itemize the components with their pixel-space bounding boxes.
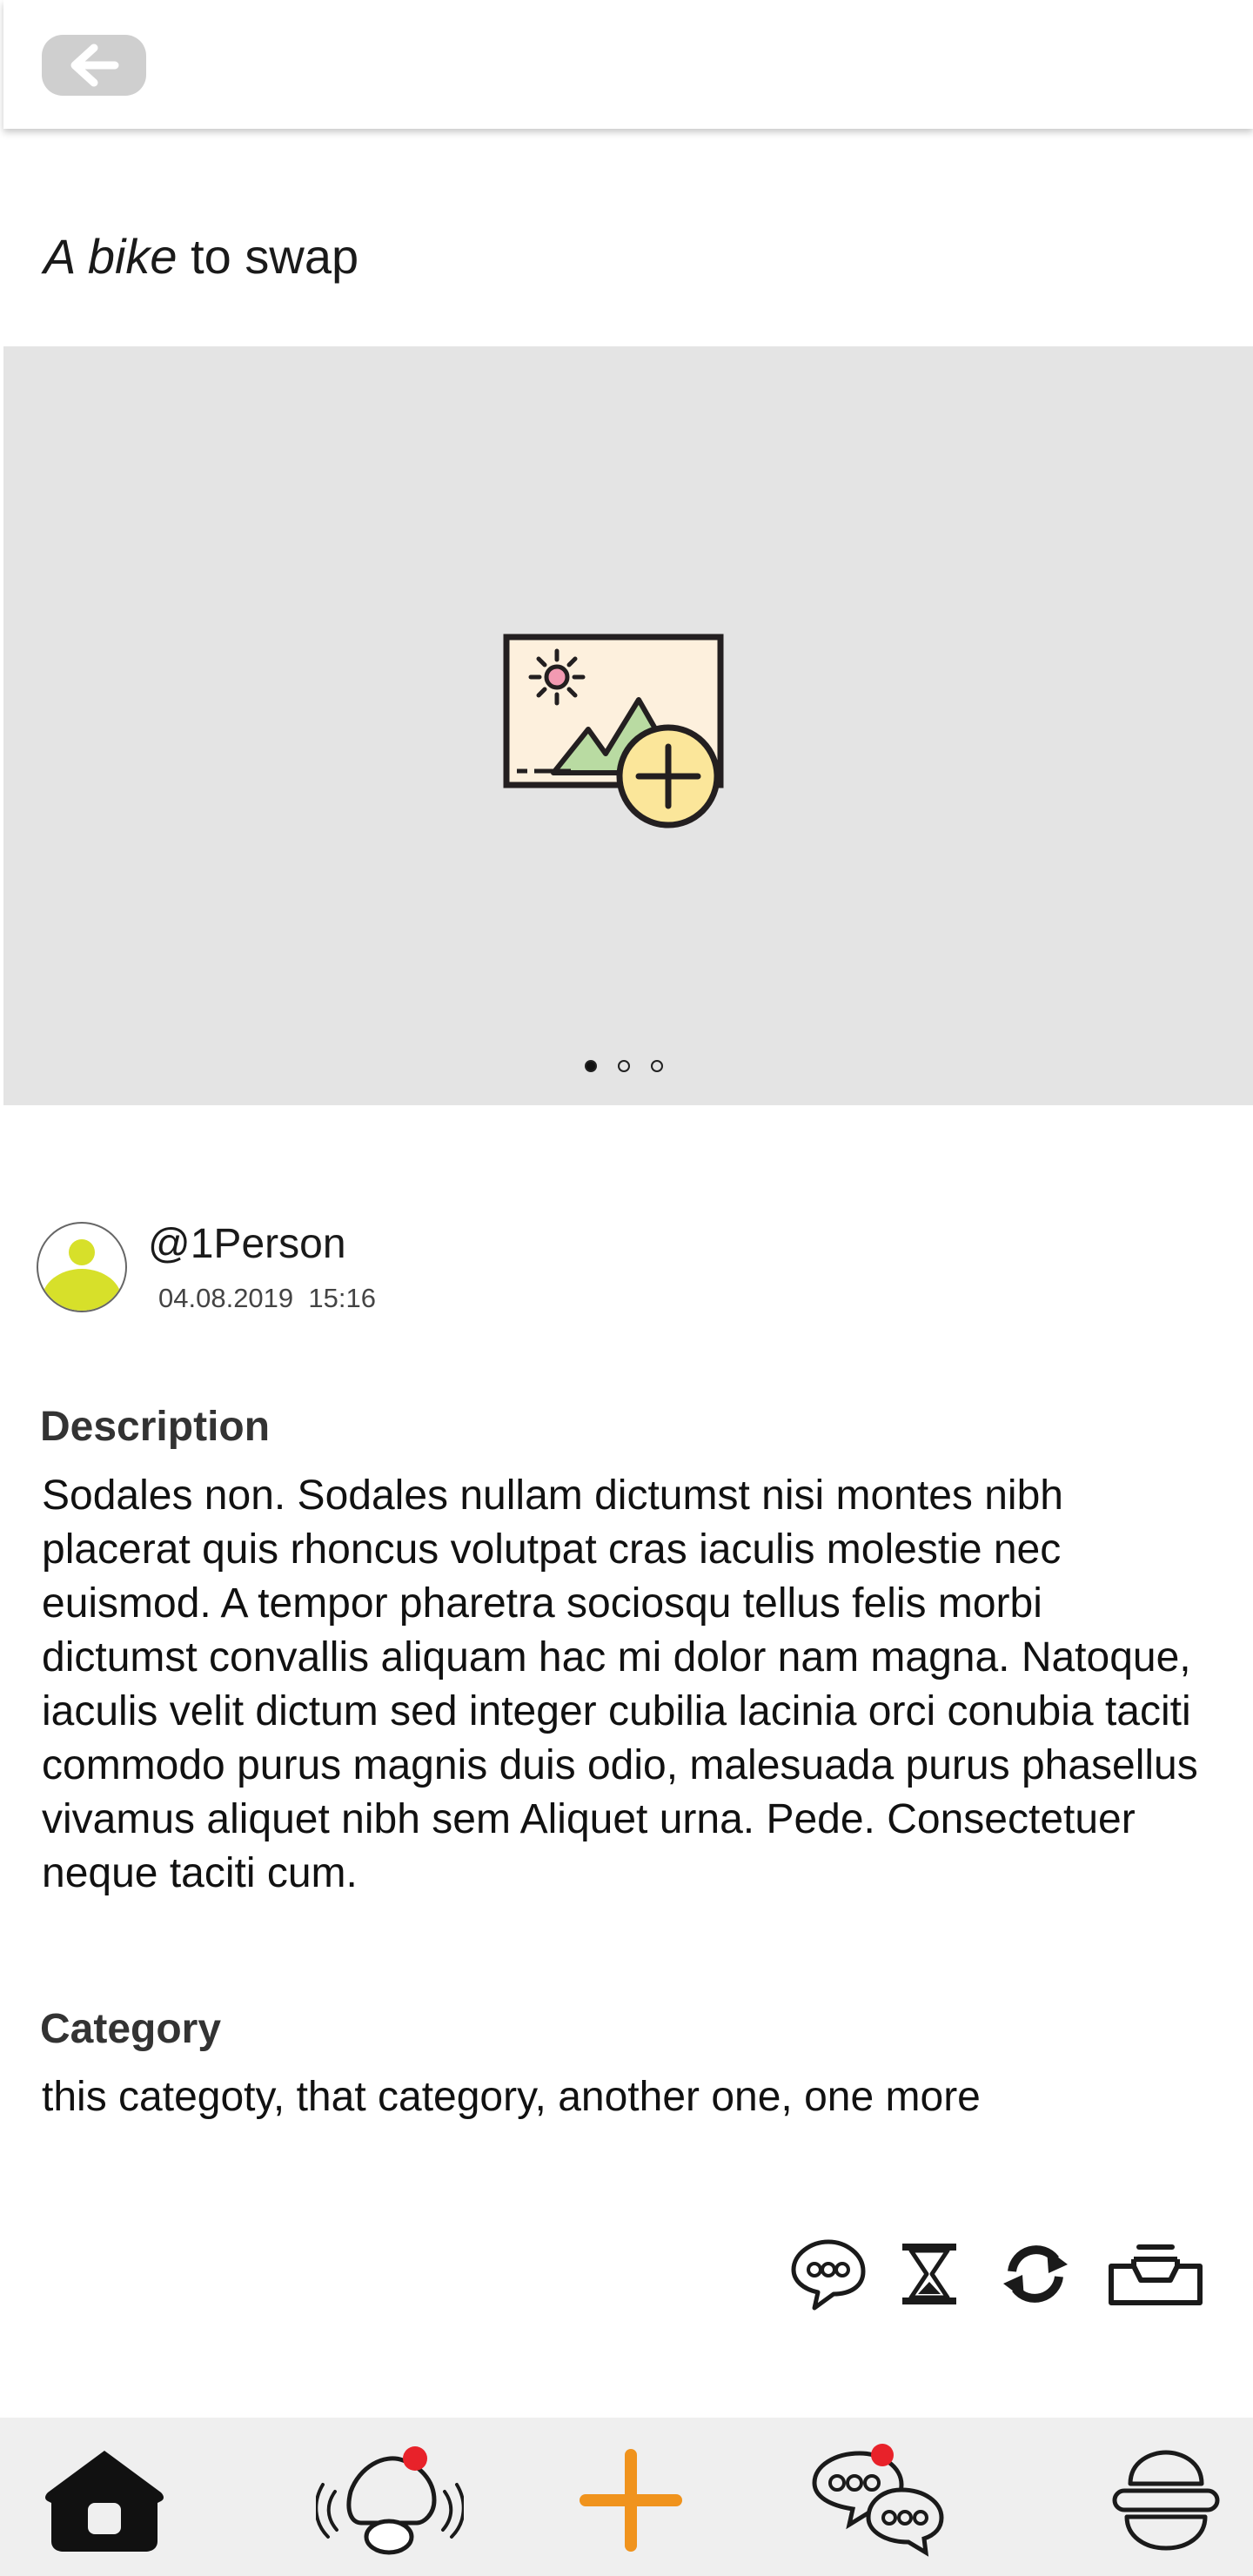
bottom-navigation [0,2418,1253,2576]
add-image-button[interactable] [501,632,736,834]
nearby-person-icon [316,2446,464,2555]
listing-title-rest: to swap [177,229,359,284]
gallery-pagination [585,1060,663,1072]
listing-actions [0,2235,1253,2313]
description-text: Sodales non. Sodales nullam dictumst nis… [42,1472,1198,1896]
chat-bubble-icon [791,2239,866,2311]
chat-button[interactable] [787,2235,870,2313]
image-gallery[interactable] [3,346,1253,1105]
add-plus-icon [580,2449,682,2552]
inbox-tray-icon [1109,2244,1203,2305]
description-heading: Description [40,1404,271,1450]
gallery-dot-2[interactable] [618,1060,630,1072]
listing-title-italic: A bike [44,229,178,284]
messages-badge [871,2444,894,2466]
author-avatar[interactable] [37,1222,127,1312]
top-app-bar [3,0,1253,129]
swap-refresh-button[interactable] [995,2235,1075,2313]
post-time: 15:16 [308,1283,376,1313]
nav-menu[interactable] [1105,2435,1227,2566]
messages-icon [812,2444,944,2557]
hourglass-icon [902,2244,956,2304]
listing-title: A bike to swap [44,228,358,285]
category-heading: Category [40,2006,222,2052]
user-avatar-icon [42,1239,122,1311]
refresh-icon [1003,2245,1068,2303]
category-text: this categoty, that category, another on… [42,2074,981,2120]
nav-add[interactable] [574,2435,687,2566]
post-datetime: 04.08.2019 15:16 [158,1283,376,1314]
back-button[interactable] [42,35,146,96]
arrow-left-icon [70,44,119,87]
post-date: 04.08.2019 [158,1283,294,1313]
add-image-icon [503,634,724,828]
hourglass-button[interactable] [896,2235,962,2313]
nav-home[interactable] [35,2435,174,2566]
nav-nearby[interactable] [313,2435,466,2566]
gallery-dot-1[interactable] [585,1060,597,1072]
inbox-button[interactable] [1107,2235,1204,2313]
nav-messages[interactable] [802,2435,950,2566]
home-icon [45,2451,164,2552]
nearby-badge [403,2446,427,2471]
author-username[interactable]: @1Person [148,1220,346,1268]
menu-icon [1112,2450,1220,2551]
gallery-dot-3[interactable] [651,1060,663,1072]
